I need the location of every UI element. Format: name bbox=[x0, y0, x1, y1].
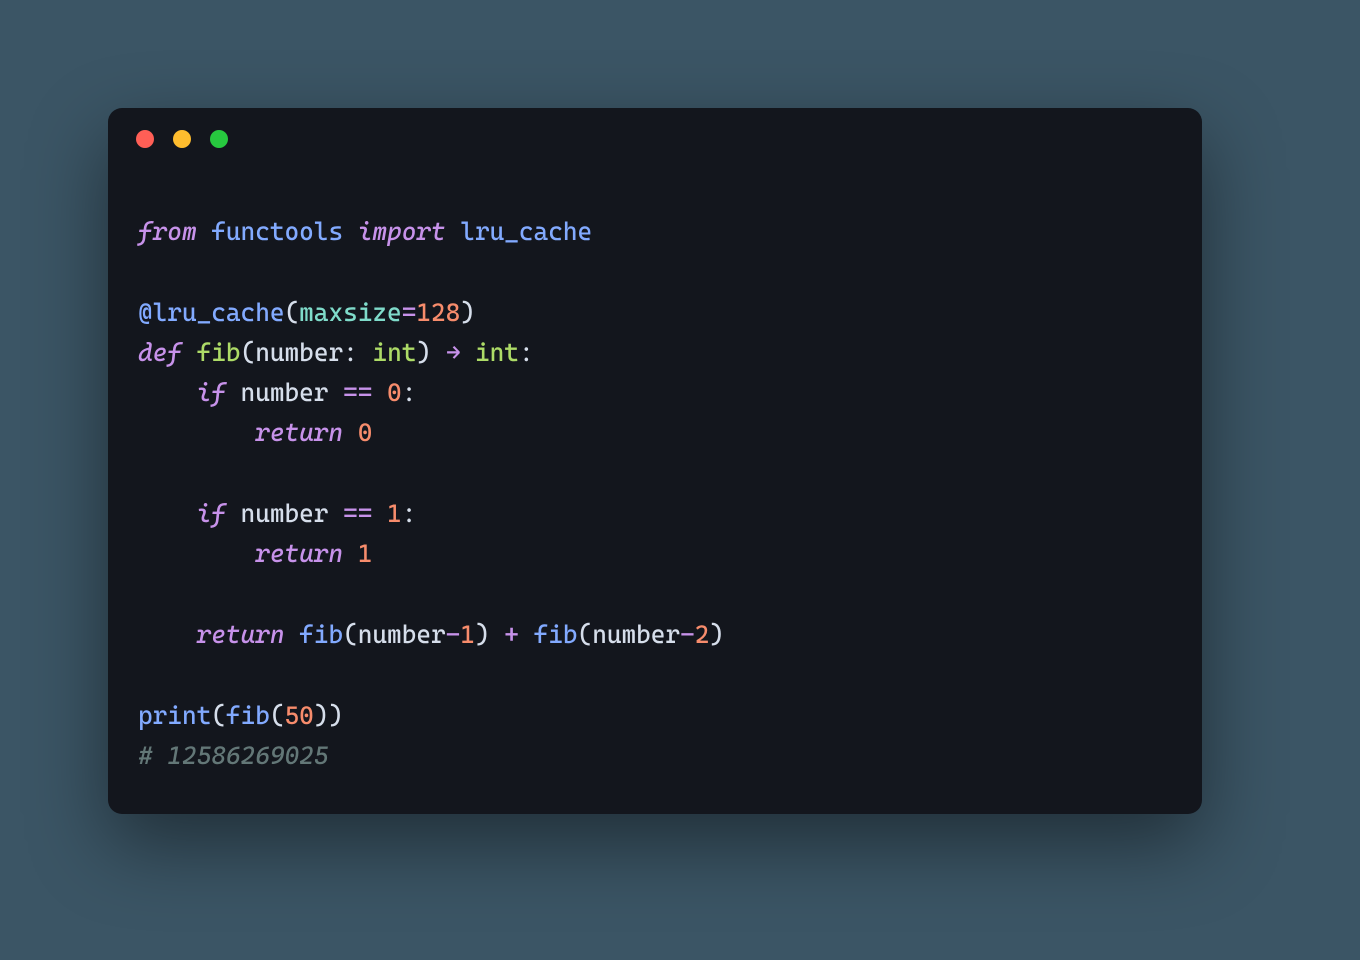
op-assign: = bbox=[402, 298, 417, 327]
op-minus: - bbox=[446, 620, 461, 649]
op-minus: - bbox=[680, 620, 695, 649]
var-number: number bbox=[241, 378, 329, 407]
paren-open: ( bbox=[578, 620, 593, 649]
code-block: from functools import lru_cache @lru_cac… bbox=[138, 212, 1172, 784]
paren-close: ) bbox=[314, 701, 329, 730]
var-number: number bbox=[358, 620, 446, 649]
keyword-import: import bbox=[358, 217, 446, 246]
arrow: → bbox=[446, 338, 461, 367]
paren-close: ) bbox=[416, 338, 431, 367]
window-zoom-button[interactable] bbox=[210, 130, 228, 148]
colon: : bbox=[402, 378, 417, 407]
paren-open: ( bbox=[343, 620, 358, 649]
num-0: 0 bbox=[387, 378, 402, 407]
num-1: 1 bbox=[358, 539, 373, 568]
colon: : bbox=[519, 338, 534, 367]
code-window: from functools import lru_cache @lru_cac… bbox=[108, 108, 1202, 814]
comment-hash: # bbox=[138, 741, 153, 770]
keyword-def: def bbox=[138, 338, 182, 367]
num-128: 128 bbox=[416, 298, 460, 327]
return-type-int: int bbox=[475, 338, 519, 367]
num-2: 2 bbox=[695, 620, 710, 649]
keyword-return: return bbox=[255, 418, 343, 447]
keyword-from: from bbox=[138, 217, 197, 246]
type-int: int bbox=[372, 338, 416, 367]
paren-close: ) bbox=[328, 701, 343, 730]
decorator-lru-cache: lru_cache bbox=[153, 298, 285, 327]
func-call-print: print bbox=[138, 701, 211, 730]
window-titlebar bbox=[108, 108, 1202, 170]
paren-open: ( bbox=[285, 298, 300, 327]
param-number: number bbox=[255, 338, 343, 367]
keyword-return: return bbox=[197, 620, 285, 649]
num-1: 1 bbox=[460, 620, 475, 649]
var-number: number bbox=[592, 620, 680, 649]
func-call-fib: fib bbox=[226, 701, 270, 730]
kwarg-maxsize: maxsize bbox=[299, 298, 402, 327]
window-minimize-button[interactable] bbox=[173, 130, 191, 148]
comment-output: 12586269025 bbox=[153, 741, 329, 770]
paren-open: ( bbox=[241, 338, 256, 367]
module-functools: functools bbox=[211, 217, 343, 246]
paren-close: ) bbox=[460, 298, 475, 327]
func-call-fib: fib bbox=[534, 620, 578, 649]
op-eq-eq: == bbox=[343, 378, 372, 407]
func-call-fib: fib bbox=[299, 620, 343, 649]
paren-open: ( bbox=[211, 701, 226, 730]
keyword-return: return bbox=[255, 539, 343, 568]
window-close-button[interactable] bbox=[136, 130, 154, 148]
stage: from functools import lru_cache @lru_cac… bbox=[0, 0, 1360, 960]
var-number: number bbox=[241, 499, 329, 528]
op-eq-eq: == bbox=[343, 499, 372, 528]
colon: : bbox=[343, 338, 358, 367]
import-lru-cache: lru_cache bbox=[460, 217, 592, 246]
num-50: 50 bbox=[285, 701, 314, 730]
decorator-at: @ bbox=[138, 298, 153, 327]
keyword-if: if bbox=[197, 378, 226, 407]
keyword-if: if bbox=[197, 499, 226, 528]
paren-open: ( bbox=[270, 701, 285, 730]
num-1: 1 bbox=[387, 499, 402, 528]
paren-close: ) bbox=[709, 620, 724, 649]
op-plus: + bbox=[504, 620, 519, 649]
num-0: 0 bbox=[358, 418, 373, 447]
func-def-fib: fib bbox=[197, 338, 241, 367]
colon: : bbox=[402, 499, 417, 528]
paren-close: ) bbox=[475, 620, 490, 649]
